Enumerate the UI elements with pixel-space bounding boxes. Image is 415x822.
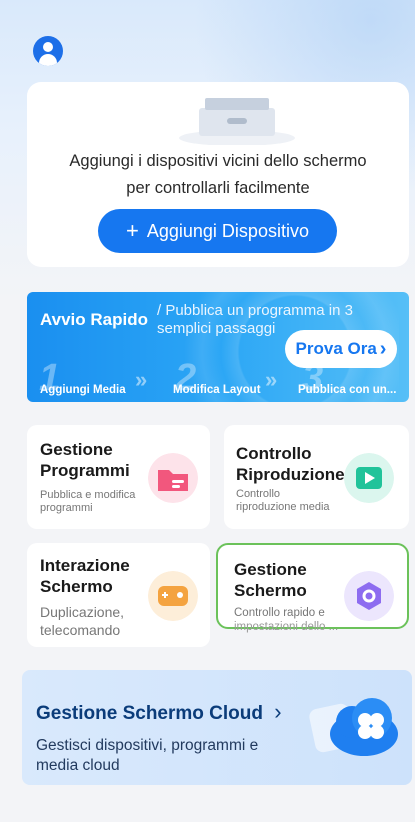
step-1-label: Aggiungi Media xyxy=(40,384,126,396)
play-icon xyxy=(344,453,394,503)
hex-nut-icon xyxy=(344,571,394,621)
tile-title-line-2: Schermo xyxy=(40,577,113,596)
tile-title: Gestione Programmi xyxy=(40,439,130,481)
cloud-subtitle-line-2: media cloud xyxy=(36,757,120,774)
avatar-head xyxy=(43,42,53,52)
tile-subtitle-line-2: riproduzione media xyxy=(236,501,330,513)
tile-title: Controllo Riproduzione xyxy=(236,443,345,485)
step-3-label: Pubblica con un... xyxy=(298,384,397,396)
avatar-torso xyxy=(39,54,57,66)
chevron-right-icon: › xyxy=(379,337,387,360)
cloud-title: Gestione Schermo Cloud › xyxy=(36,699,282,725)
tile-subtitle-line-1: Controllo xyxy=(236,488,281,500)
step-2-label: Modifica Layout xyxy=(173,384,261,396)
tile-title-line-1: Gestione xyxy=(234,560,307,579)
add-device-label: Aggiungi Dispositivo xyxy=(146,220,309,241)
quick-start-banner[interactable]: Avvio Rapido / Pubblica un programma in … xyxy=(27,292,409,402)
tile-subtitle: Controllo rapido e impostazioni dello ..… xyxy=(234,606,338,634)
description-line-1: Aggiungi i dispositivi vicini dello sche… xyxy=(69,152,367,170)
tile-title: Gestione Schermo xyxy=(234,559,307,601)
plus-icon: + xyxy=(126,218,139,243)
device-illustration xyxy=(179,98,295,145)
try-now-label: Prova Ora xyxy=(295,339,377,358)
add-device-button[interactable]: + Aggiungi Dispositivo xyxy=(98,209,337,253)
folder-icon xyxy=(148,453,198,503)
tile-subtitle: Duplicazione, telecomando xyxy=(40,603,124,639)
step-separator-icon: » xyxy=(135,367,148,392)
tile-title-line-2: Programmi xyxy=(40,461,130,480)
tile-subtitle-line-1: Pubblica e modifica xyxy=(40,489,136,501)
quick-start-title: Avvio Rapido xyxy=(40,310,148,329)
tile-subtitle: Controllo riproduzione media xyxy=(236,488,330,514)
tile-subtitle: Pubblica e modifica programmi xyxy=(40,489,135,515)
add-device-description: Aggiungi i dispositivi vicini dello sche… xyxy=(27,148,409,202)
tile-screen-management[interactable]: Gestione Schermo Controllo rapido e impo… xyxy=(216,543,409,633)
cloud-title-text: Gestione Schermo Cloud xyxy=(36,703,263,724)
cloud-management-card[interactable]: Gestione Schermo Cloud › Gestisci dispos… xyxy=(22,670,412,785)
tile-title-line-2: Schermo xyxy=(234,581,307,600)
chevron-right-icon: › xyxy=(274,699,282,724)
user-avatar-icon[interactable] xyxy=(33,36,63,66)
cloud-subtitle: Gestisci dispositivi, programmi e media … xyxy=(36,736,306,776)
cloud-flower-icon xyxy=(309,698,398,756)
tile-subtitle-line-2: impostazioni dello ... xyxy=(234,621,339,633)
tile-title-line-1: Gestione xyxy=(40,440,113,459)
tile-title-line-1: Interazione xyxy=(40,556,130,575)
description-line-2: per controllarli facilmente xyxy=(126,179,310,197)
tile-subtitle-line-2: programmi xyxy=(40,502,93,514)
tile-playback-control[interactable]: Controllo Riproduzione Controllo riprodu… xyxy=(224,425,409,529)
step-separator-icon: » xyxy=(265,367,278,392)
remote-icon xyxy=(148,571,198,621)
tile-screen-interaction[interactable]: Interazione Schermo Duplicazione, teleco… xyxy=(27,543,210,647)
cloud-subtitle-line-1: Gestisci dispositivi, programmi e xyxy=(36,737,259,754)
tile-subtitle-line-1: Controllo rapido e xyxy=(234,607,325,619)
tile-program-management[interactable]: Gestione Programmi Pubblica e modifica p… xyxy=(27,425,210,529)
tile-title: Interazione Schermo xyxy=(40,555,130,597)
tile-subtitle-line-1: Duplicazione, xyxy=(40,604,125,620)
tile-title-line-1: Controllo xyxy=(236,444,312,463)
tile-title-line-2: Riproduzione xyxy=(236,465,345,484)
tile-subtitle-line-2: telecomando xyxy=(40,622,121,638)
